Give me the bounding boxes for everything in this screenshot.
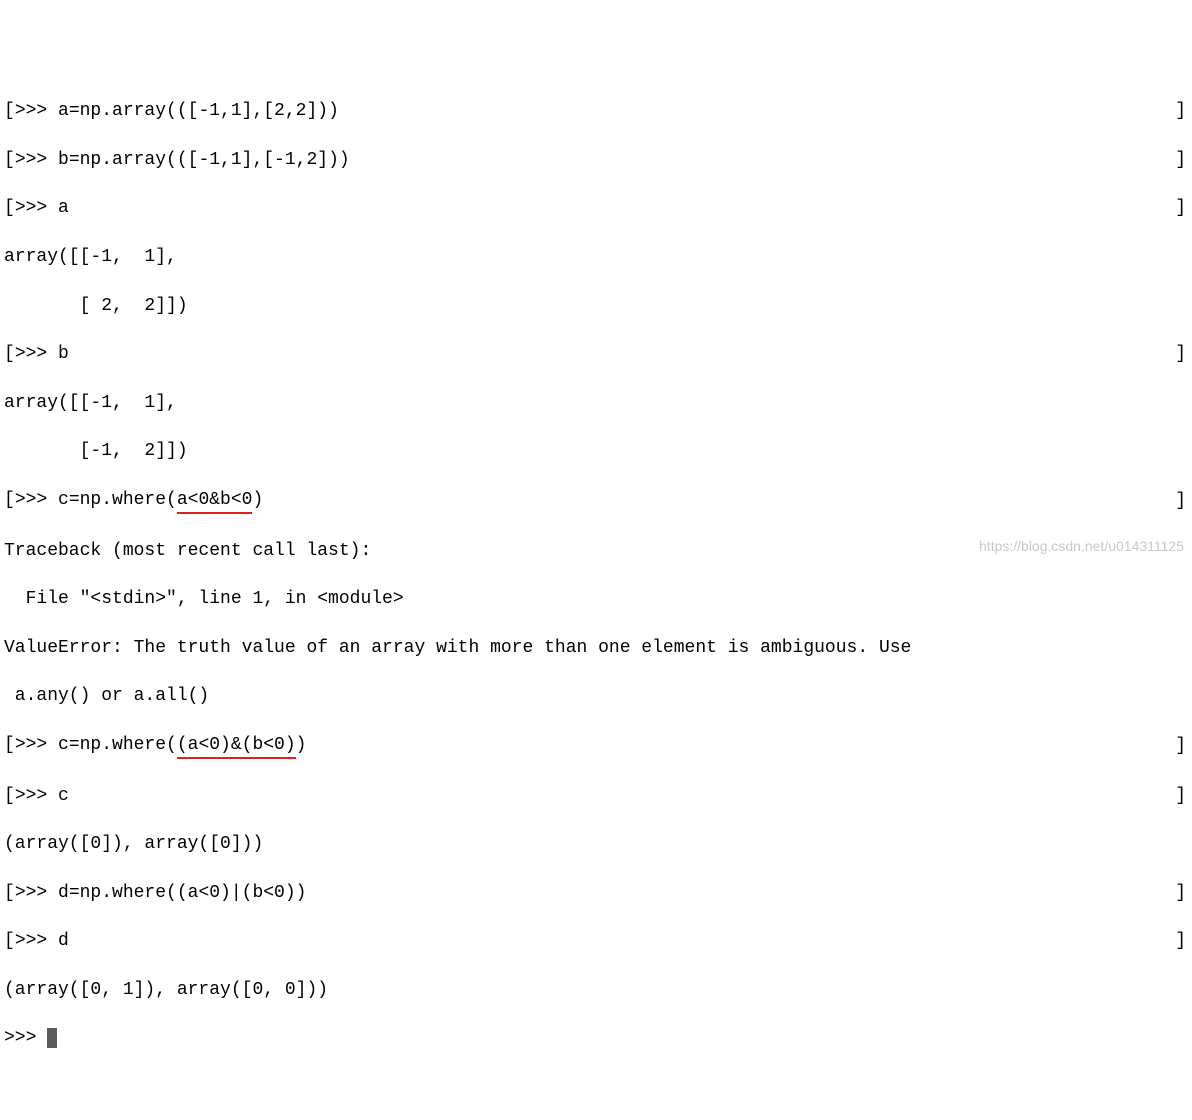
open-bracket: [ (4, 733, 15, 759)
open-bracket: [ (4, 929, 15, 953)
terminal-line-4: array([[-1, 1], (4, 245, 1188, 269)
terminal-line-16: (array([0]), array([0])) (4, 832, 1188, 856)
close-bracket: ] (1175, 881, 1188, 905)
code-text: >>> c=np.where( (15, 488, 177, 514)
terminal-line-1: [>>> a=np.array(([-1,1],[2,2])) ] (4, 99, 1188, 123)
terminal-line-5: [ 2, 2]]) (4, 294, 1188, 318)
highlighted-expression: a<0&b<0 (177, 488, 253, 514)
open-bracket: [ (4, 784, 15, 808)
terminal-line-15: [>>> c ] (4, 784, 1188, 808)
close-bracket: ] (1175, 148, 1188, 172)
error-text: ValueError: The truth value of an array … (4, 638, 911, 658)
terminal-line-14: [>>> c=np.where((a<0)&(b<0)) ] (4, 733, 1188, 759)
error-text: File "<stdin>", line 1, in <module> (4, 589, 404, 609)
close-bracket: ] (1175, 489, 1188, 513)
open-bracket: [ (4, 99, 15, 123)
code-text: >>> b (15, 342, 69, 366)
terminal-line-8: [-1, 2]]) (4, 439, 1188, 463)
terminal-line-11: File "<stdin>", line 1, in <module> (4, 587, 1188, 611)
code-text: ) (296, 733, 307, 759)
watermark-text: https://blog.csdn.net/u014311125 (979, 537, 1184, 556)
close-bracket: ] (1175, 196, 1188, 220)
code-text: >>> d=np.where((a<0)|(b<0)) (15, 881, 307, 905)
close-bracket: ] (1175, 734, 1188, 758)
close-bracket: ] (1175, 784, 1188, 808)
terminal-line-3: [>>> a ] (4, 196, 1188, 220)
terminal-line-6: [>>> b ] (4, 342, 1188, 366)
terminal-line-13: a.any() or a.all() (4, 684, 1188, 708)
output-text: array([[-1, 1], (4, 247, 177, 267)
terminal-line-2: [>>> b=np.array(([-1,1],[-1,2])) ] (4, 148, 1188, 172)
code-text: >>> a=np.array(([-1,1],[2,2])) (15, 99, 339, 123)
output-text: array([[-1, 1], (4, 393, 177, 413)
open-bracket: [ (4, 196, 15, 220)
terminal-line-7: array([[-1, 1], (4, 391, 1188, 415)
open-bracket: [ (4, 488, 15, 514)
terminal-line-9: [>>> c=np.where(a<0&b<0) ] (4, 488, 1188, 514)
terminal-line-17: [>>> d=np.where((a<0)|(b<0)) ] (4, 881, 1188, 905)
open-bracket: [ (4, 148, 15, 172)
close-bracket: ] (1175, 99, 1188, 123)
terminal-line-18: [>>> d ] (4, 929, 1188, 953)
open-bracket: [ (4, 881, 15, 905)
open-bracket: [ (4, 342, 15, 366)
error-text: a.any() or a.all() (4, 686, 209, 706)
terminal-line-12: ValueError: The truth value of an array … (4, 636, 1188, 660)
output-text: [ 2, 2]]) (4, 296, 188, 316)
error-text: Traceback (most recent call last): (4, 541, 371, 561)
output-text: (array([0, 1]), array([0, 0])) (4, 980, 328, 1000)
output-text: [-1, 2]]) (4, 441, 188, 461)
prompt-text: >>> (4, 1028, 47, 1048)
output-text: (array([0]), array([0])) (4, 834, 263, 854)
cursor-icon (47, 1028, 57, 1048)
code-text: >>> c (15, 784, 69, 808)
highlighted-expression: (a<0)&(b<0) (177, 733, 296, 759)
code-text: >>> a (15, 196, 69, 220)
close-bracket: ] (1175, 342, 1188, 366)
close-bracket: ] (1175, 929, 1188, 953)
terminal-line-20[interactable]: >>> (4, 1026, 1188, 1050)
code-text: >>> d (15, 929, 69, 953)
code-text: >>> b=np.array(([-1,1],[-1,2])) (15, 148, 350, 172)
terminal-line-19: (array([0, 1]), array([0, 0])) (4, 978, 1188, 1002)
code-text: >>> c=np.where( (15, 733, 177, 759)
code-text: ) (252, 488, 263, 514)
